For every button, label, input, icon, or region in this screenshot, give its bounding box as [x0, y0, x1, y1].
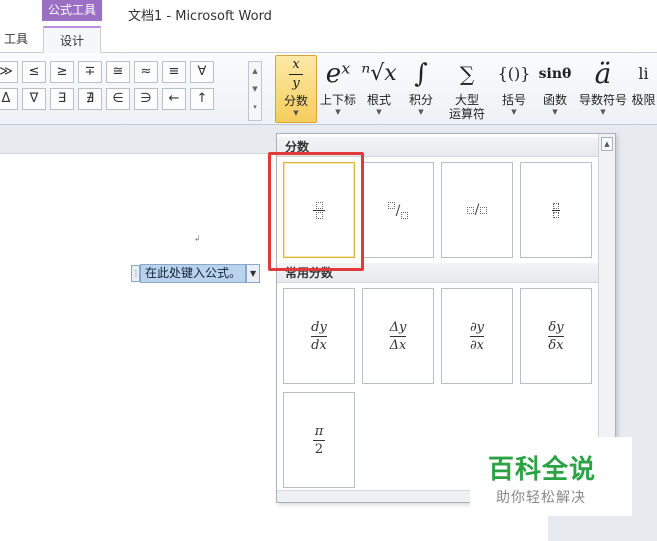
radical-icon: ⁿ√x: [361, 61, 397, 86]
tab-design[interactable]: 设计: [43, 26, 101, 53]
symbol-button[interactable]: ≡: [162, 61, 186, 83]
fraction-icon: x y: [276, 56, 316, 94]
symbol-button[interactable]: ∓: [78, 61, 102, 83]
fraction-small-tile[interactable]: [520, 162, 592, 258]
function-icon: sinθ: [538, 66, 572, 82]
title-bar: 公式工具 文档1 - Microsoft Word: [0, 0, 657, 26]
summation-icon: ∑: [459, 62, 475, 86]
superscript-icon: eˣ: [325, 59, 351, 89]
large-operator-button[interactable]: ∑ 大型 运算符: [444, 55, 490, 123]
bracket-button[interactable]: {()} 括号 ▼: [496, 55, 532, 123]
symbol-button[interactable]: ∃: [50, 88, 74, 110]
symbol-button[interactable]: ∄: [78, 88, 102, 110]
chevron-down-icon: ▼: [335, 108, 341, 116]
ribbon: ≫ ≤ ≥ ∓ ≅ ≈ ≡ ∀ Δ ∇ ∃ ∄ ∈ ∋ ← ↑ ▲ ▼ ▾ x y …: [0, 53, 657, 125]
chevron-down-icon: ▼: [376, 108, 382, 116]
equation-container[interactable]: ⋮ 在此处键入公式。 ▼: [131, 264, 261, 283]
equation-input[interactable]: 在此处键入公式。: [140, 264, 247, 283]
chevron-down-icon: ▼: [418, 108, 424, 116]
symbol-button[interactable]: ∈: [106, 88, 130, 110]
symbol-button[interactable]: ≥: [50, 61, 74, 83]
fraction-pi-over-2-tile[interactable]: π2: [283, 392, 355, 488]
symbol-button[interactable]: ∋: [134, 88, 158, 110]
highlight-annotation: [268, 152, 364, 271]
fraction-small-delta-tile[interactable]: δy δx: [520, 288, 592, 384]
integral-button[interactable]: ∫ 积分 ▼: [401, 55, 441, 123]
equation-options-button[interactable]: ▼: [246, 264, 261, 283]
integral-icon: ∫: [414, 59, 428, 89]
skewed-fraction-icon: /: [387, 201, 409, 219]
fraction-linear-tile[interactable]: /: [441, 162, 513, 258]
fraction-dy-dx-tile[interactable]: dy dx: [283, 288, 355, 384]
symbol-button[interactable]: ∀: [190, 61, 214, 83]
script-button[interactable]: eˣ 上下标 ▼: [318, 55, 358, 123]
chevron-down-icon: ▼: [600, 108, 606, 116]
symbol-button[interactable]: ≤: [22, 61, 46, 83]
equation-drag-handle[interactable]: ⋮: [131, 265, 140, 282]
watermark-subtitle: 助你轻松解决: [496, 490, 586, 506]
symbol-button[interactable]: ∇: [22, 88, 46, 110]
watermark-title: 百科全说: [488, 455, 597, 485]
symbol-button[interactable]: ↑: [190, 88, 214, 110]
fraction-skewed-tile[interactable]: /: [362, 162, 434, 258]
tab-tools[interactable]: 工具: [0, 26, 34, 53]
window-title: 文档1 - Microsoft Word: [128, 9, 272, 24]
symbol-button[interactable]: ≅: [106, 61, 130, 83]
bracket-icon: {()}: [497, 64, 531, 83]
chevron-down-icon: ▼: [552, 108, 558, 116]
limit-icon: li: [638, 64, 649, 83]
fraction-button[interactable]: x y 分数 ▼: [275, 55, 317, 123]
radical-button[interactable]: ⁿ√x 根式 ▼: [360, 55, 398, 123]
watermark: 百科全说 助你轻松解决: [470, 437, 632, 516]
symbol-button[interactable]: Δ: [0, 88, 18, 110]
chevron-down-icon: ▼: [293, 109, 299, 117]
symbol-button[interactable]: ←: [162, 88, 186, 110]
scroll-up-icon[interactable]: ▲: [601, 137, 613, 151]
accent-button[interactable]: ä 导数符号 ▼: [578, 55, 628, 123]
accent-icon: ä: [594, 57, 612, 90]
ribbon-tab-row: 工具 设计: [0, 26, 657, 53]
symbol-button[interactable]: ≈: [134, 61, 158, 83]
linear-fraction-icon: /: [466, 202, 488, 218]
context-tab-group-equation-tools: 公式工具: [42, 0, 102, 21]
small-fraction-icon: [552, 202, 560, 218]
fraction-partial-y-partial-x-tile[interactable]: ∂y ∂x: [441, 288, 513, 384]
symbol-button[interactable]: ≫: [0, 61, 18, 83]
function-button[interactable]: sinθ 函数 ▼: [536, 55, 574, 123]
paragraph-mark-icon: ↲: [194, 234, 201, 243]
chevron-down-icon: ▼: [511, 108, 517, 116]
fraction-delta-y-delta-x-tile[interactable]: Δy Δx: [362, 288, 434, 384]
symbol-gallery-scroll[interactable]: ▲ ▼ ▾: [248, 61, 262, 121]
limit-button[interactable]: li 极限: [630, 55, 657, 123]
